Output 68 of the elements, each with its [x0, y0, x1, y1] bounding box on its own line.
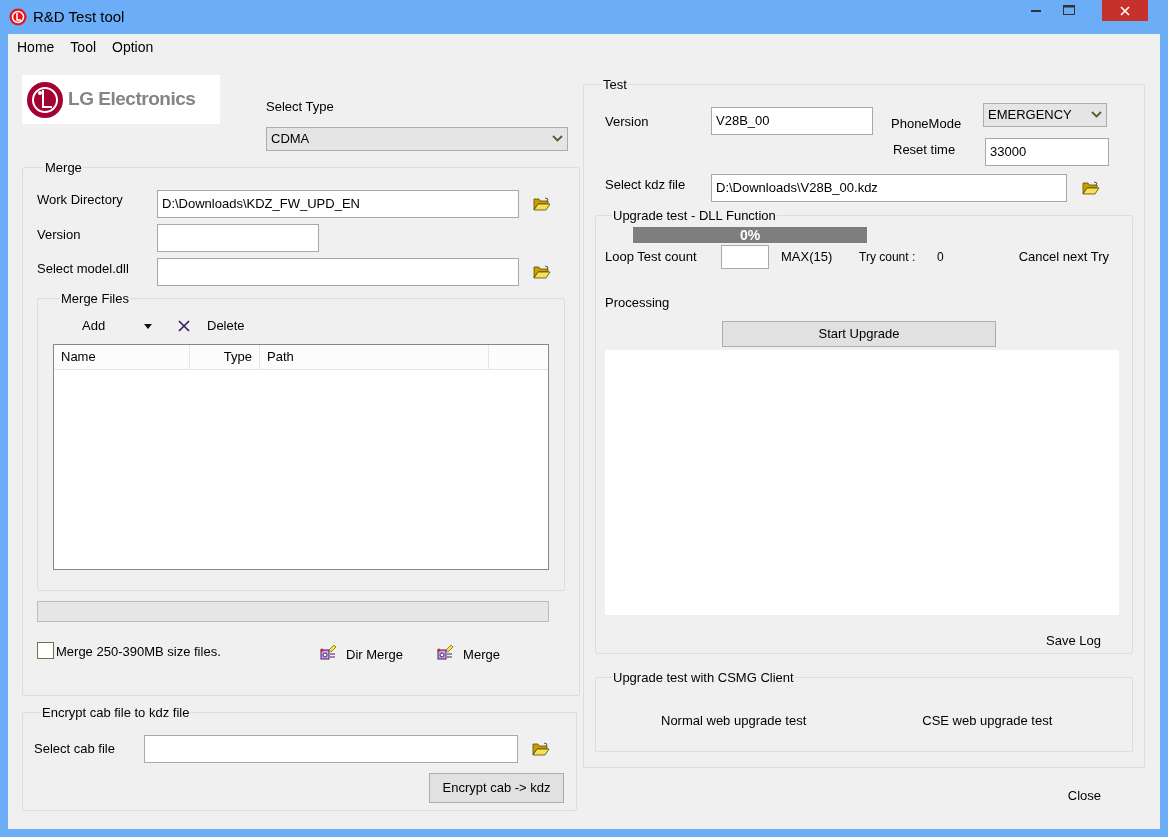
merge-button[interactable]: Merge: [437, 641, 500, 661]
menu-item[interactable]: Option: [112, 37, 154, 58]
add-button[interactable]: Add: [82, 316, 152, 336]
kdz-file-field[interactable]: D:\Downloads\V28B_00.kdz: [711, 173, 1067, 202]
open-folder-icon[interactable]: [532, 741, 550, 756]
loop-count-field[interactable]: [721, 245, 769, 269]
app-logo-icon: [9, 8, 27, 26]
field-label: Select kdz file: [604, 175, 687, 194]
field-label: Try count :: [859, 249, 917, 266]
model-dll-field[interactable]: [157, 257, 519, 286]
window-title: R&D Test tool: [33, 6, 125, 27]
caret-icon: [144, 323, 152, 329]
menu-item[interactable]: Tool: [70, 37, 97, 58]
close-icon: [1120, 5, 1130, 16]
encrypt-button[interactable]: Encrypt cab -> kdz: [429, 772, 564, 803]
group-title: Test: [602, 76, 628, 94]
field-label: Reset time: [893, 140, 957, 159]
maximize-icon: [1063, 5, 1075, 15]
open-folder-icon[interactable]: [1082, 180, 1100, 195]
chevron-down-icon: [552, 135, 563, 142]
document-pencil-icon: [437, 645, 454, 661]
progress-text: 0%: [738, 227, 762, 243]
field-label: MAX(15): [781, 248, 834, 267]
try-count-value: 0: [937, 249, 944, 266]
start-upgrade-button[interactable]: Start Upgrade: [722, 320, 996, 347]
document-pencil-icon: [320, 645, 336, 661]
column-header[interactable]: Path: [260, 345, 489, 369]
field-label: Loop Test count: [605, 248, 698, 267]
open-folder-icon[interactable]: [533, 196, 551, 211]
group-title: Merge: [44, 159, 83, 177]
field-label: Select Type: [266, 98, 335, 116]
checkbox[interactable]: [37, 641, 54, 659]
delete-button[interactable]: Delete: [207, 316, 245, 336]
open-folder-icon[interactable]: [533, 264, 551, 279]
version-field[interactable]: [157, 223, 319, 252]
test-version-field[interactable]: V28B_00: [711, 106, 873, 135]
group-title: Merge Files: [60, 289, 130, 308]
column-header[interactable]: Type: [190, 345, 260, 369]
group-title: Upgrade test with CSMG Client: [612, 668, 795, 687]
minimize-icon: [1031, 8, 1041, 12]
status-text: Processing: [605, 294, 671, 312]
web-upgrade-button[interactable]: CSE web upgrade test: [922, 711, 1053, 731]
close-window-button[interactable]: [1102, 0, 1148, 21]
logo-face-icon: [26, 80, 64, 119]
menu-item[interactable]: Home: [17, 37, 55, 58]
save-log-button[interactable]: Save Log: [1046, 630, 1101, 650]
directory-field[interactable]: D:\Downloads\KDZ_FW_UPD_EN: [157, 189, 519, 218]
checkbox-label: Merge 250-390MB size files.: [56, 642, 222, 661]
reset-time-field[interactable]: 33000: [985, 137, 1109, 166]
phone-mode-dropdown[interactable]: EMERGENCY: [983, 102, 1107, 127]
field-label: Select cab file: [34, 739, 116, 758]
field-label: Version: [604, 112, 650, 131]
chevron-down-icon: [1091, 111, 1102, 118]
field-label: Version: [37, 225, 82, 244]
field-label: PhoneMode: [891, 114, 963, 133]
group-title: Upgrade test - DLL Function: [612, 206, 777, 225]
logo-text: LG Electronics: [68, 87, 196, 112]
merge-button[interactable]: Dir Merge: [320, 641, 404, 661]
web-upgrade-button[interactable]: Normal web upgrade test: [661, 711, 807, 731]
cancel-next-try-button[interactable]: Cancel next Try: [1018, 247, 1109, 267]
delete-x-icon: [178, 320, 190, 332]
column-header[interactable]: Name: [54, 345, 190, 369]
group-title: Encrypt cab file to kdz file: [41, 704, 191, 722]
type-dropdown[interactable]: CDMA: [266, 126, 568, 151]
field-label: Work Directory: [37, 190, 124, 209]
close-button[interactable]: Close: [1067, 786, 1101, 806]
cab-file-field[interactable]: [144, 734, 518, 763]
field-label: Select model.dll: [37, 259, 130, 278]
